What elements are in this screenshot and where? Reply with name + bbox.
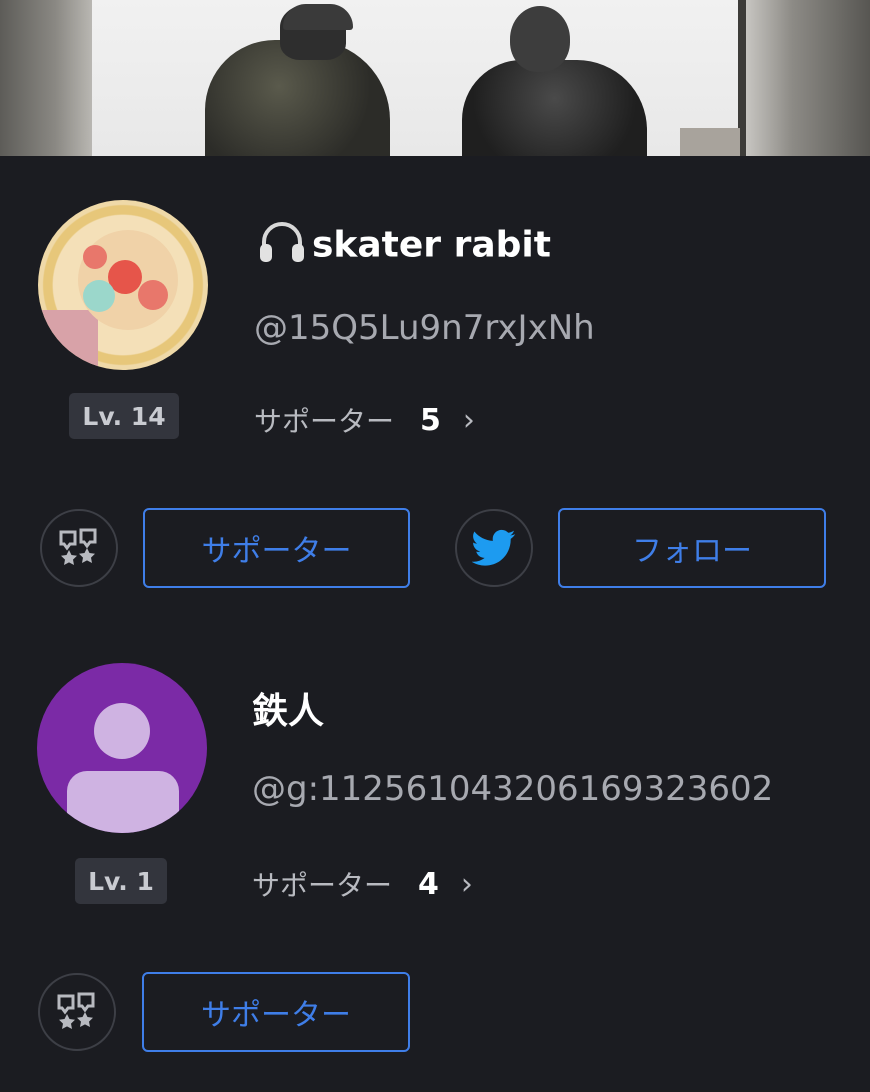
level-badge: Lv. 14 [69,393,179,439]
cover-image [0,0,870,156]
default-avatar[interactable] [37,663,207,833]
level-badge: Lv. 1 [75,858,167,904]
support-button[interactable]: サポーター [143,508,410,588]
chevron-right-icon: › [462,402,475,438]
supporters-link[interactable]: サポーター 4 › [252,864,473,904]
user-handle: @g:112561043206169323602 [252,769,774,809]
supporter-count: 5 [420,402,441,438]
user-handle: @15Q5Lu9n7rxJxNh [254,308,595,348]
user-name[interactable]: skater rabit [256,218,551,275]
avatar[interactable] [38,200,208,370]
supporter-badge-icon[interactable] [38,973,116,1051]
twitter-icon[interactable] [455,509,533,587]
supporters-link[interactable]: サポーター 5 › [254,400,475,440]
supporter-badge-icon[interactable] [40,509,118,587]
headphones-icon [256,218,308,275]
support-button[interactable]: サポーター [142,972,410,1052]
supporter-count: 4 [418,866,439,902]
chevron-right-icon: › [460,866,473,902]
user-name[interactable]: 鉄人 [252,682,324,734]
follow-button[interactable]: フォロー [558,508,826,588]
